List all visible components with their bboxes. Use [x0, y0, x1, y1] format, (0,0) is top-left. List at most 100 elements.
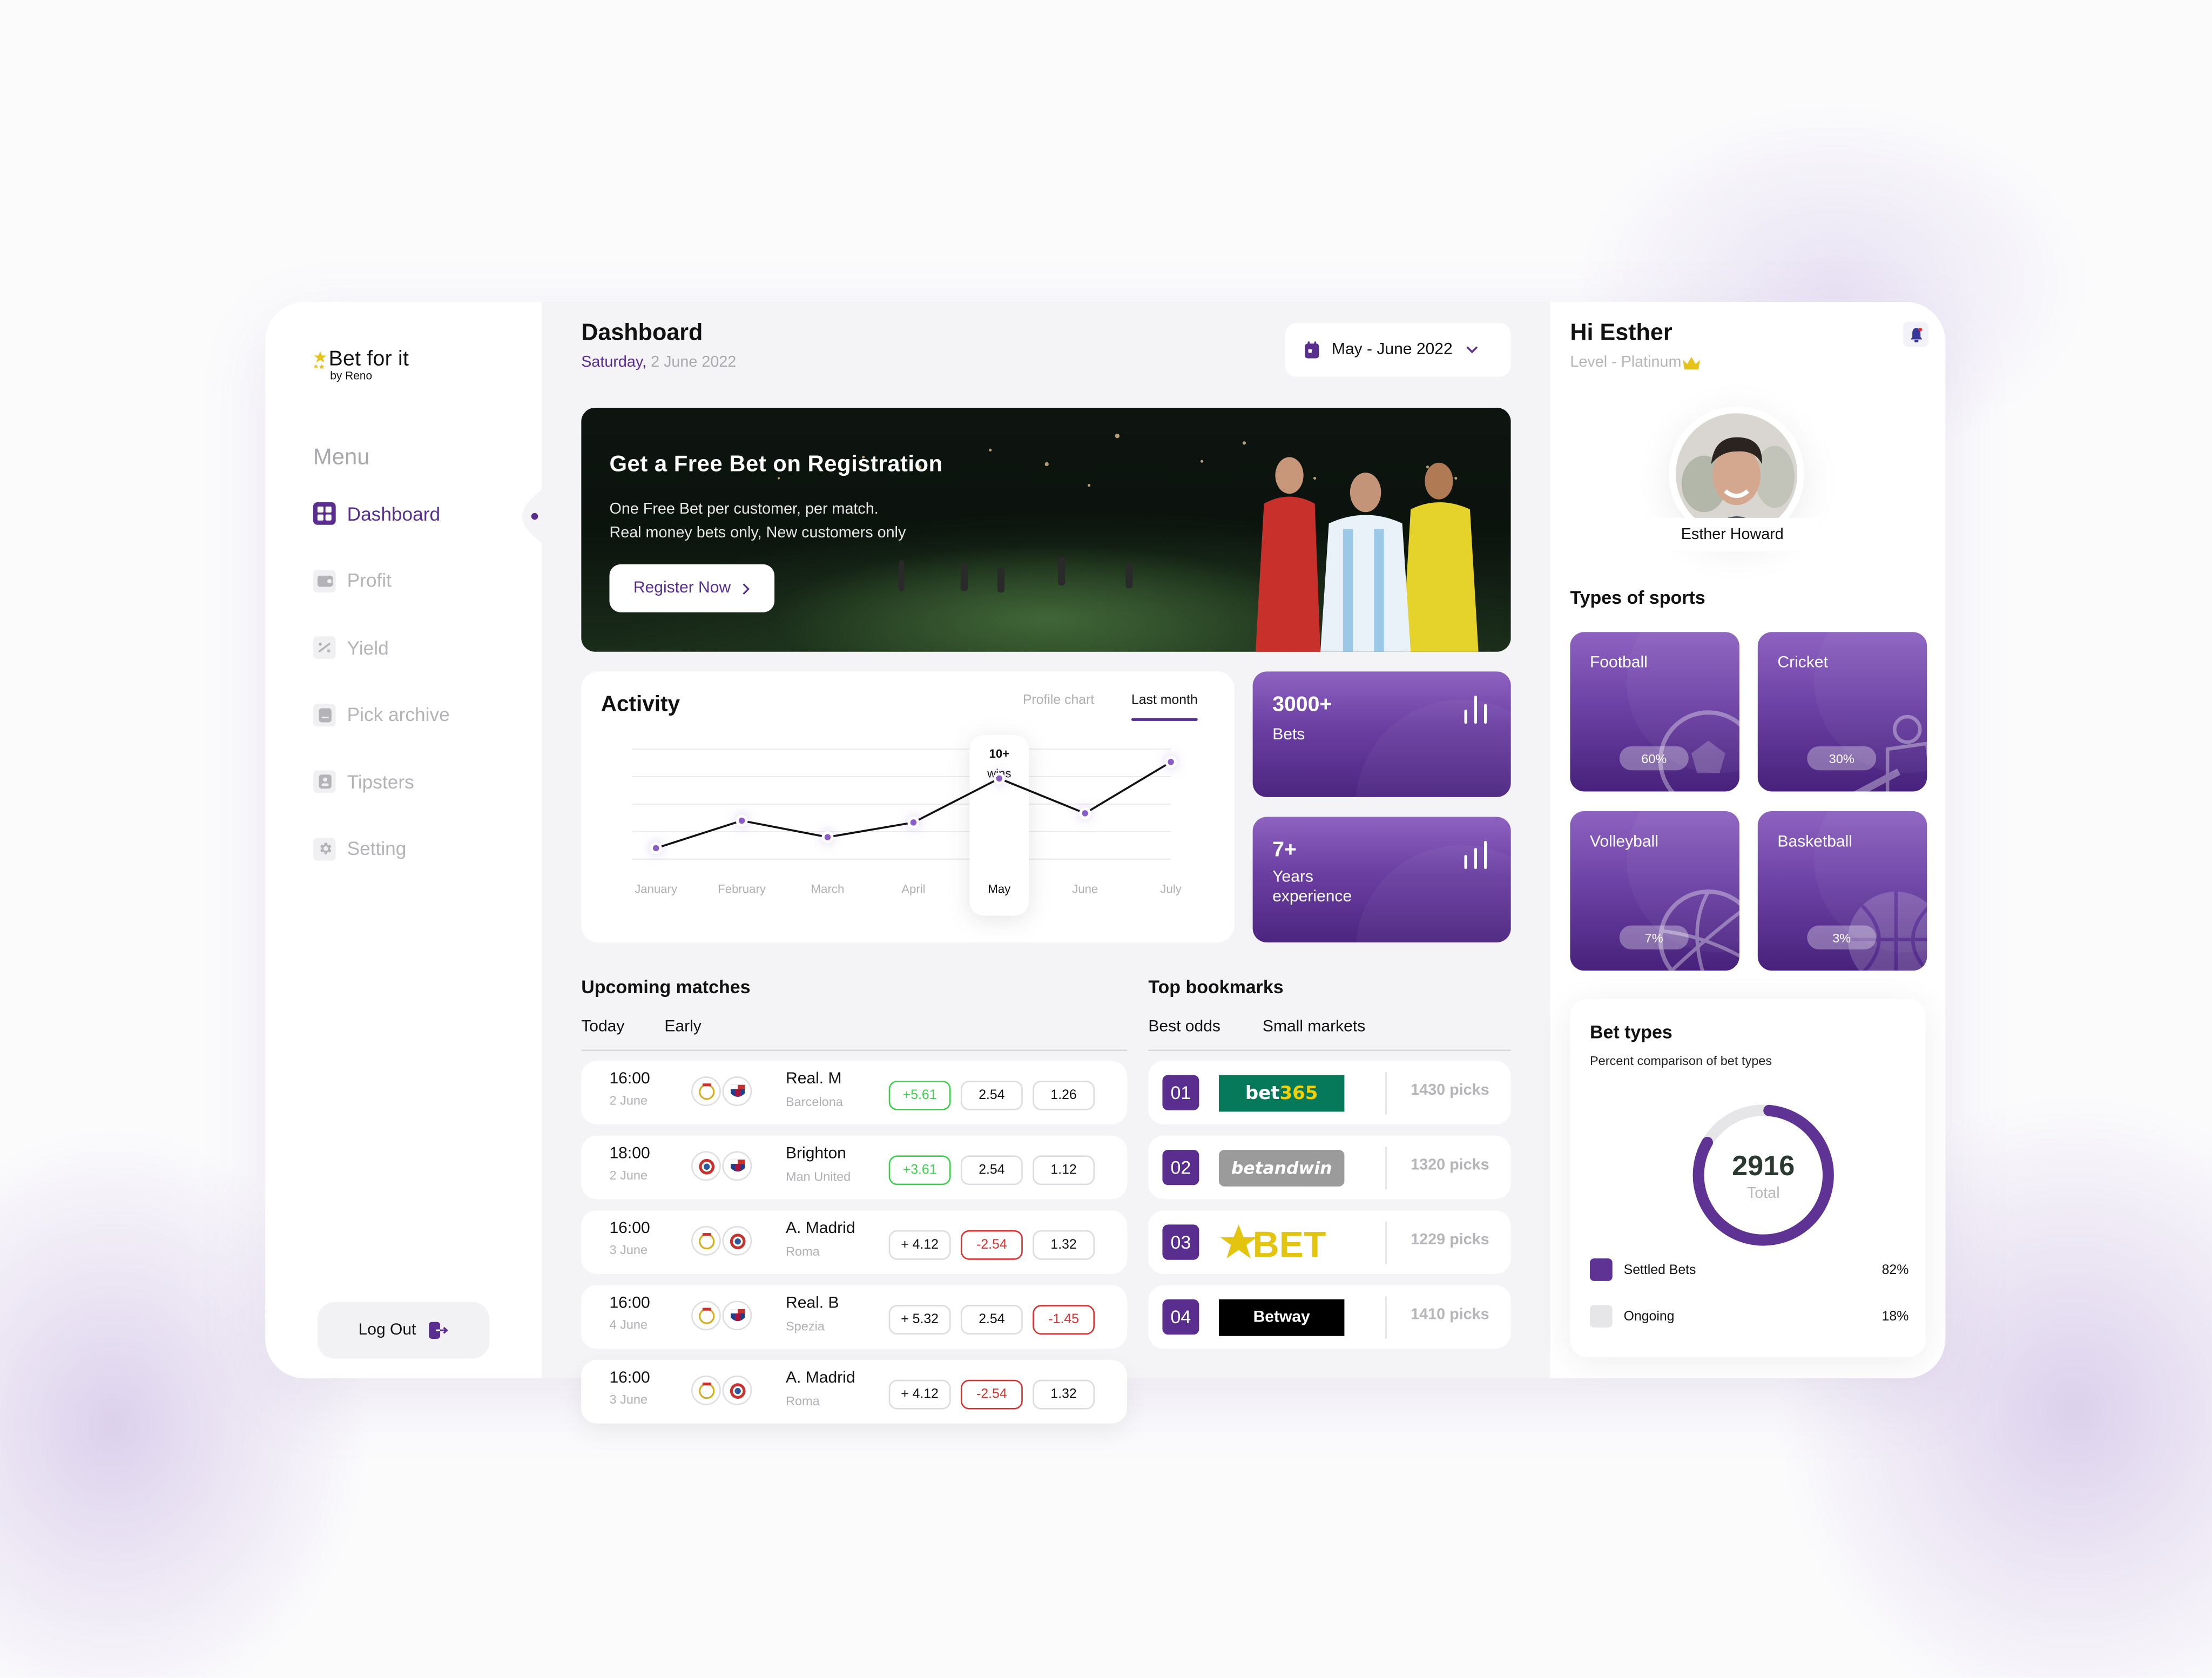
real-madrid-crest-icon	[691, 1076, 721, 1106]
match-row[interactable]: 16:00 3 June A. Madrid Roma + 4.12 -2.54 1…	[581, 1210, 1128, 1274]
activity-series-line	[656, 761, 1172, 850]
match-opponent: Roma	[785, 1393, 820, 1408]
odds-button[interactable]: 1.26	[1033, 1080, 1095, 1110]
x-tick-label: May	[988, 882, 1011, 896]
odds-button[interactable]: 1.12	[1033, 1155, 1095, 1185]
tab-today[interactable]: Today	[581, 1019, 624, 1035]
notifications-button[interactable]	[1903, 321, 1928, 347]
betandwin-logo[interactable]: betandwin	[1218, 1149, 1345, 1187]
odds-button[interactable]: 1.32	[1033, 1230, 1095, 1260]
stage: Bet for it by Reno Menu Dashboard Profit	[0, 0, 2212, 1677]
types-of-sports-title: Types of sports	[1570, 587, 1705, 608]
gear-icon	[313, 837, 336, 860]
data-point[interactable]	[1168, 759, 1174, 765]
bookmarks-tabs: Best odds Small markets	[1148, 1019, 1511, 1052]
odds-button[interactable]: 2.54	[960, 1080, 1023, 1110]
divider	[1385, 1222, 1387, 1264]
bookmark-row[interactable]: 02 betandwin 1320 picks	[1148, 1135, 1511, 1199]
sidebar-item-label: Yield	[347, 637, 389, 658]
bookmark-row[interactable]: 04 Betway 1410 picks	[1148, 1285, 1511, 1349]
odds-button[interactable]: + 5.32	[888, 1305, 951, 1335]
data-point[interactable]	[1082, 810, 1088, 817]
activity-card: Activity Profile chart Last month 10+win…	[581, 671, 1235, 942]
sidebar: Bet for it by Reno Menu Dashboard Profit	[265, 302, 553, 1379]
star-bet-logo[interactable]: BET	[1219, 1224, 1344, 1261]
page-date: Saturday, 2 June 2022	[581, 354, 736, 371]
sidebar-item-yield[interactable]: Yield	[313, 634, 539, 662]
date-range-picker[interactable]: May - June 2022	[1285, 323, 1511, 377]
odds-button[interactable]: 1.32	[1033, 1379, 1095, 1410]
sport-card-cricket[interactable]: Cricket 30%	[1757, 632, 1927, 792]
sidebar-item-setting[interactable]: Setting	[313, 834, 539, 862]
upcoming-matches-title: Upcoming matches	[581, 976, 751, 998]
legend-label: Ongoing	[1623, 1308, 1675, 1324]
match-row[interactable]: 16:00 2 June Real. M Barcelona +5.61 2.54…	[581, 1061, 1128, 1124]
sidebar-item-label: Profit	[347, 570, 392, 591]
bookmark-rank: 01	[1162, 1075, 1199, 1110]
sidebar-item-profit[interactable]: Profit	[313, 567, 539, 595]
data-point[interactable]	[652, 845, 659, 852]
data-point[interactable]	[738, 817, 745, 824]
bayern-crest-icon	[691, 1151, 721, 1181]
sidebar-item-tipsters[interactable]: Tipsters	[313, 767, 539, 796]
bookmark-rank: 03	[1162, 1224, 1199, 1260]
match-row[interactable]: 18:00 2 June Brighton Man United +3.61 2.…	[581, 1135, 1128, 1199]
user-badge-icon	[313, 770, 336, 793]
sidebar-item-dashboard[interactable]: Dashboard	[313, 500, 539, 528]
logout-button[interactable]: Log Out	[317, 1302, 490, 1359]
tab-best-odds[interactable]: Best odds	[1148, 1019, 1220, 1035]
odds-button[interactable]: -2.54	[960, 1230, 1023, 1260]
register-now-label: Register Now	[633, 579, 731, 597]
stat-value: 7+	[1272, 838, 1297, 862]
sport-card-football[interactable]: Football 60%	[1570, 632, 1739, 792]
data-point[interactable]	[910, 819, 917, 826]
team-badges	[691, 1076, 753, 1106]
match-row[interactable]: 16:00 4 June Real. B Spezia + 5.32 2.54 -1…	[581, 1285, 1128, 1349]
odds-button[interactable]: +3.61	[888, 1155, 951, 1185]
betway-logo[interactable]: Betway	[1218, 1299, 1345, 1336]
sport-card-basketball[interactable]: Basketball 3%	[1757, 811, 1927, 971]
odds-button[interactable]: + 4.12	[888, 1379, 951, 1410]
odds-button[interactable]: 2.54	[960, 1155, 1023, 1185]
tab-early[interactable]: Early	[664, 1019, 701, 1035]
top-bookmarks-title: Top bookmarks	[1148, 976, 1284, 998]
bet365-logo[interactable]: bet365	[1218, 1075, 1345, 1112]
odds-button[interactable]: +5.61	[888, 1080, 951, 1110]
match-team: A. Madrid	[785, 1220, 855, 1237]
match-date: 3 June	[609, 1392, 648, 1407]
odds-button[interactable]: + 4.12	[888, 1230, 951, 1260]
donut-total: 2916	[1732, 1151, 1795, 1183]
match-team: Real. M	[785, 1070, 842, 1088]
odds-button[interactable]: 2.54	[960, 1305, 1023, 1335]
chevron-down-icon	[1466, 346, 1478, 354]
data-point[interactable]	[996, 775, 1003, 782]
tab-small-markets[interactable]: Small markets	[1263, 1019, 1365, 1035]
page-title: Dashboard	[581, 320, 703, 346]
tab-label: Small markets	[1262, 1019, 1366, 1036]
legend-settled: Settled Bets 82%	[1589, 1257, 1908, 1282]
football-players-image	[1255, 457, 1479, 652]
bet-types-card: Bet types Percent comparison of bet type…	[1570, 999, 1926, 1357]
match-row[interactable]: 16:00 3 June A. Madrid Roma + 4.12 -2.54 1…	[581, 1360, 1128, 1424]
sidebar-nav: Dashboard Profit Yield Pick archive Tips…	[313, 500, 539, 901]
odds-button[interactable]: -2.54	[960, 1379, 1023, 1410]
match-opponent: Roma	[785, 1244, 820, 1259]
matches-tabs: Today Early	[581, 1019, 1128, 1052]
match-time: 18:00	[609, 1145, 650, 1163]
odds-button[interactable]: -1.45	[1033, 1305, 1095, 1335]
match-team: Real. B	[785, 1295, 839, 1312]
level-text: Level - Platinum	[1570, 354, 1682, 372]
activity-line-chart: 10+winsJanuaryFebruaryMarchAprilMayJuneJ…	[632, 734, 1182, 916]
bookmark-row[interactable]: 03 BET 1229 picks	[1148, 1210, 1511, 1274]
wallet-icon	[313, 569, 336, 592]
bookmark-row[interactable]: 01 bet365 1430 picks	[1148, 1061, 1511, 1124]
match-time: 16:00	[609, 1070, 650, 1088]
profile-name: Esther Howard	[1644, 517, 1820, 552]
team-badges	[691, 1151, 753, 1181]
data-point[interactable]	[824, 834, 831, 840]
tab-label: Today	[581, 1019, 625, 1036]
register-now-button[interactable]: Register Now	[609, 564, 775, 612]
sport-card-volleyball[interactable]: Volleyball 7%	[1570, 811, 1739, 971]
sidebar-item-pick-archive[interactable]: Pick archive	[313, 700, 539, 729]
team-badges	[691, 1375, 753, 1405]
